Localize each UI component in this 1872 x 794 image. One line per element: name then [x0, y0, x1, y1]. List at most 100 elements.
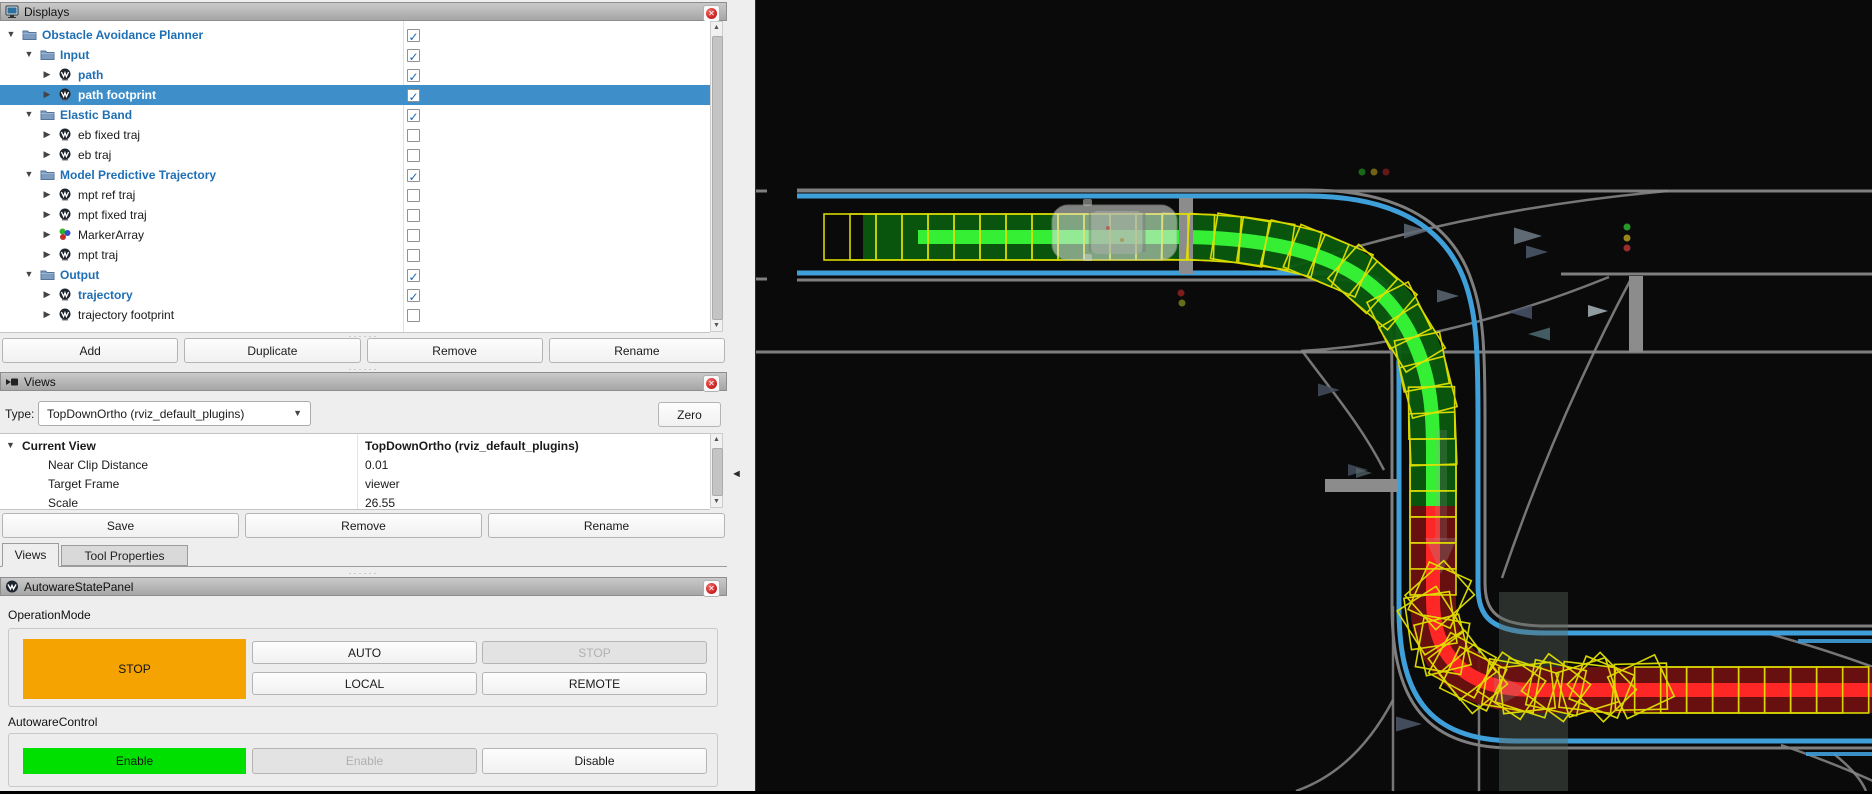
displays-tree[interactable]: ▼ Obstacle Avoidance Planner ✓ ▼ Input ✓…	[0, 21, 710, 333]
remove-button[interactable]: Remove	[366, 338, 543, 363]
display-tree-row[interactable]: ▼ Obstacle Avoidance Planner ✓	[0, 25, 710, 45]
property-row[interactable]: ▼ Current View TopDownOrtho (rviz_defaul…	[0, 437, 710, 456]
display-tree-row[interactable]: ▶ eb traj	[0, 145, 710, 165]
expand-arrow-icon[interactable]: ▶	[42, 249, 52, 260]
property-row[interactable]: Scale 26.55	[0, 494, 710, 509]
operation-mode-auto-button[interactable]: AUTO	[252, 641, 477, 664]
display-tree-row[interactable]: ▶ trajectory ✓	[0, 285, 710, 305]
display-tree-row[interactable]: ▶ path footprint ✓	[0, 85, 710, 105]
traffic-light-dot	[1623, 234, 1631, 242]
display-tree-row[interactable]: ▼ Elastic Band ✓	[0, 105, 710, 125]
operation-mode-local-button[interactable]: LOCAL	[252, 672, 477, 695]
property-value[interactable]: viewer	[365, 477, 400, 491]
views-rename-button[interactable]: Rename	[488, 513, 725, 538]
panel-collapse-handle[interactable]: ◄	[731, 468, 742, 480]
expand-arrow-icon[interactable]: ▼	[24, 49, 34, 59]
scroll-up-icon[interactable]: ▲	[711, 436, 722, 443]
autoware-control-current-state: Enable	[23, 748, 246, 774]
expand-arrow-icon[interactable]: ▶	[42, 189, 52, 200]
views-close-button[interactable]: ✕	[703, 375, 720, 392]
display-enabled-checkbox[interactable]	[407, 248, 420, 262]
display-enabled-checkbox[interactable]: ✓	[407, 268, 420, 283]
duplicate-button[interactable]: Duplicate	[184, 338, 361, 363]
display-name-label: Elastic Band	[60, 108, 133, 122]
scroll-down-icon[interactable]: ▼	[711, 322, 722, 329]
rename-button[interactable]: Rename	[548, 338, 725, 363]
displays-tree-scrollbar[interactable]: ▲ ▼	[710, 21, 723, 332]
display-tree-row[interactable]: ▼ Input ✓	[0, 45, 710, 65]
expand-arrow-icon[interactable]: ▼	[24, 169, 34, 179]
zero-button[interactable]: Zero	[658, 402, 721, 427]
trajectory-line-red	[836, 230, 1872, 697]
displays-panel-header[interactable]: Displays ✕	[0, 2, 727, 22]
autoware-control-disable-button[interactable]: Disable	[482, 748, 707, 774]
views-panel-title: Views	[24, 374, 56, 389]
tab-tool-properties[interactable]: Tool Properties	[61, 545, 188, 566]
expand-arrow-icon[interactable]: ▶	[42, 309, 52, 320]
rviz-3d-viewport[interactable]	[755, 0, 1872, 793]
display-enabled-checkbox[interactable]: ✓	[407, 168, 420, 183]
scrollbar-thumb[interactable]	[712, 448, 723, 496]
display-enabled-checkbox[interactable]: ✓	[407, 68, 420, 83]
display-enabled-checkbox[interactable]	[407, 128, 420, 142]
autoware-icon	[58, 148, 73, 162]
display-enabled-checkbox[interactable]	[407, 308, 420, 322]
display-tree-row[interactable]: ▶ mpt fixed traj	[0, 205, 710, 225]
traffic-light-dot	[1178, 299, 1186, 307]
views-panel-header[interactable]: Views ✕	[0, 372, 727, 392]
expand-arrow-icon[interactable]: ▶	[42, 129, 52, 140]
panel-splitter[interactable]: ······	[0, 569, 727, 578]
road-curve	[1833, 753, 1868, 792]
expand-arrow-icon[interactable]: ▼	[6, 29, 16, 39]
checkmark-icon: ✓	[408, 109, 419, 124]
display-enabled-checkbox[interactable]: ✓	[407, 48, 420, 63]
property-row[interactable]: Target Frame viewer	[0, 475, 710, 494]
expand-arrow-icon[interactable]: ▶	[42, 289, 52, 300]
display-tree-row[interactable]: ▶ trajectory footprint	[0, 305, 710, 325]
expand-arrow-icon[interactable]: ▼	[24, 109, 34, 119]
add-button[interactable]: Add	[2, 338, 179, 363]
expand-arrow-icon[interactable]: ▶	[42, 69, 52, 80]
scrollbar-thumb[interactable]	[712, 36, 723, 320]
views-remove-button[interactable]: Remove	[245, 513, 482, 538]
display-tree-row[interactable]: ▶ mpt ref traj	[0, 185, 710, 205]
display-enabled-checkbox[interactable]	[407, 228, 420, 242]
operation-mode-remote-button[interactable]: REMOTE	[482, 672, 707, 695]
property-value[interactable]: 26.55	[365, 496, 395, 509]
state-panel-close-button[interactable]: ✕	[703, 580, 720, 597]
display-enabled-checkbox[interactable]	[407, 208, 420, 222]
expand-arrow-icon[interactable]: ▼	[6, 440, 15, 450]
view-type-dropdown[interactable]: TopDownOrtho (rviz_default_plugins) ▼	[38, 401, 311, 426]
expand-arrow-icon[interactable]: ▼	[24, 269, 34, 279]
display-enabled-checkbox[interactable]: ✓	[407, 288, 420, 303]
display-tree-row[interactable]: ▶ MarkerArray	[0, 225, 710, 245]
display-name-label: trajectory	[78, 288, 133, 302]
tab-views[interactable]: Views	[2, 543, 59, 567]
property-value[interactable]: TopDownOrtho (rviz_default_plugins)	[365, 439, 579, 453]
expand-arrow-icon[interactable]: ▶	[42, 149, 52, 160]
display-enabled-checkbox[interactable]: ✓	[407, 88, 420, 103]
display-tree-row[interactable]: ▶ mpt traj	[0, 245, 710, 265]
display-enabled-checkbox[interactable]: ✓	[407, 28, 420, 43]
current-view-property-table[interactable]: ▼ Current View TopDownOrtho (rviz_defaul…	[0, 433, 710, 510]
display-tree-row[interactable]: ▼ Model Predictive Trajectory ✓	[0, 165, 710, 185]
property-row[interactable]: Near Clip Distance 0.01	[0, 456, 710, 475]
expand-arrow-icon[interactable]: ▶	[42, 89, 52, 100]
scroll-up-icon[interactable]: ▲	[711, 24, 722, 31]
display-enabled-checkbox[interactable]: ✓	[407, 108, 420, 124]
property-table-scrollbar[interactable]: ▲ ▼	[710, 433, 723, 508]
expand-arrow-icon[interactable]: ▶	[42, 229, 52, 240]
display-enabled-checkbox[interactable]	[407, 188, 420, 202]
save-button[interactable]: Save	[2, 513, 239, 538]
display-tree-row[interactable]: ▶ eb fixed traj	[0, 125, 710, 145]
display-enabled-checkbox[interactable]	[407, 148, 420, 162]
display-tree-row[interactable]: ▶ path ✓	[0, 65, 710, 85]
scroll-down-icon[interactable]: ▼	[711, 498, 722, 505]
displays-close-button[interactable]: ✕	[703, 5, 720, 22]
property-value[interactable]: 0.01	[365, 458, 388, 472]
autoware-state-panel-header[interactable]: AutowareStatePanel ✕	[0, 577, 727, 597]
operation-mode-current-state: STOP	[23, 639, 246, 699]
left-panel-column: Displays ✕ ▼ Obstacle Avoidance Planner …	[0, 0, 755, 791]
display-tree-row[interactable]: ▼ Output ✓	[0, 265, 710, 285]
expand-arrow-icon[interactable]: ▶	[42, 209, 52, 220]
